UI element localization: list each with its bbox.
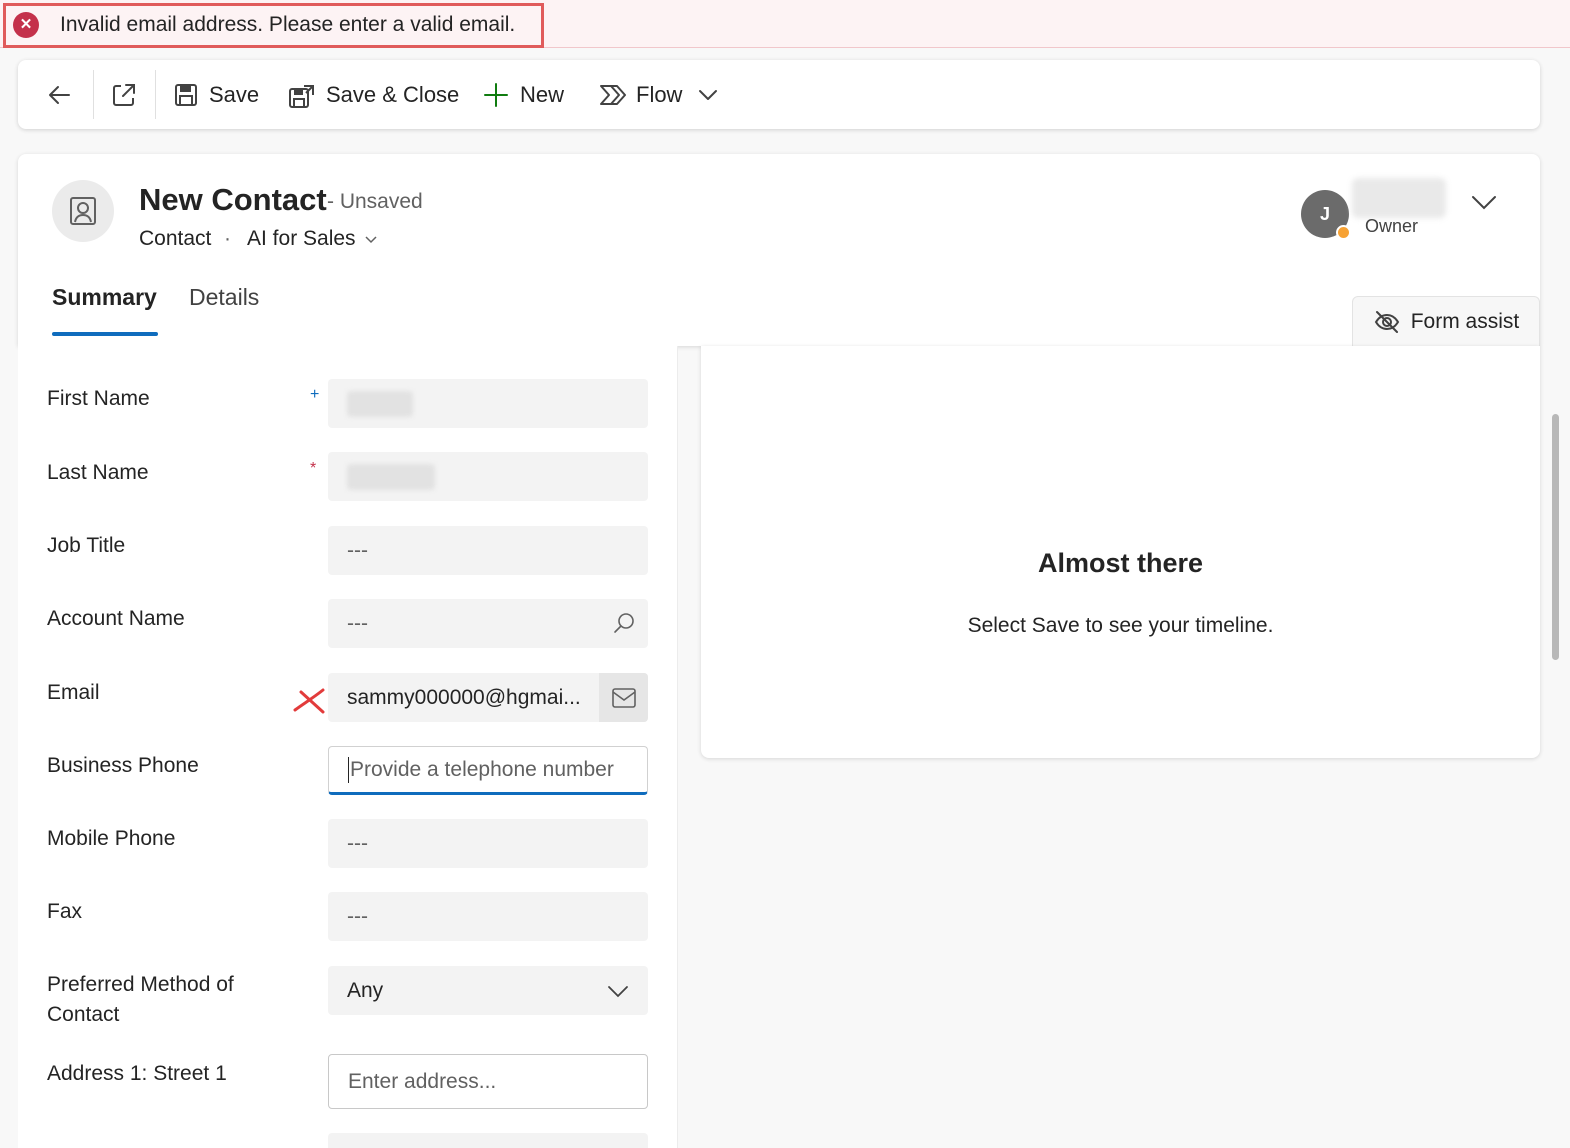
- address-street1-placeholder: Enter address...: [348, 1069, 497, 1093]
- selected-tab-indicator: [52, 332, 158, 336]
- address-street1-input[interactable]: Enter address...: [328, 1054, 648, 1109]
- preferred-contact-value: Any: [347, 978, 384, 1002]
- open-external-icon: [113, 83, 135, 106]
- search-icon[interactable]: [612, 611, 636, 641]
- save-close-label: Save & Close: [326, 81, 460, 107]
- chevron-down-icon: [365, 236, 377, 244]
- text-cursor: [348, 756, 349, 783]
- save-and-close-button[interactable]: Save & Close: [288, 60, 459, 129]
- fax-value: ---: [347, 904, 368, 928]
- new-button[interactable]: New: [482, 60, 564, 129]
- preferred-contact-label: Preferred Method of Contact: [47, 970, 234, 1030]
- tab-details[interactable]: Details: [189, 284, 259, 311]
- new-label: New: [520, 81, 565, 107]
- divider: [93, 70, 94, 119]
- save-button[interactable]: Save: [173, 60, 259, 129]
- contact-avatar: [52, 180, 114, 242]
- required-indicator: *: [310, 460, 317, 477]
- recommended-indicator: +: [310, 386, 320, 403]
- notification-message: Invalid email address. Please enter a va…: [60, 13, 516, 36]
- preferred-contact-select[interactable]: Any: [328, 966, 648, 1015]
- form-name: AI for Sales: [247, 227, 356, 250]
- chevron-down-icon: [606, 979, 630, 1009]
- arrow-left-icon: [49, 85, 70, 104]
- save-icon: [175, 83, 197, 106]
- first-name-label: First Name: [47, 387, 150, 410]
- save-label: Save: [209, 81, 260, 107]
- preferred-contact-label-line2: Contact: [47, 1003, 120, 1026]
- open-in-new-window-button[interactable]: [109, 60, 139, 129]
- business-phone-label: Business Phone: [47, 754, 199, 777]
- command-bar: Save Save & Close New Flow: [18, 60, 1540, 129]
- header-expand-button[interactable]: [1470, 188, 1498, 221]
- mail-icon: [611, 687, 636, 708]
- next-field-input[interactable]: [328, 1133, 648, 1148]
- separator-dot: ·: [224, 227, 231, 250]
- owner-name-redacted: [1352, 178, 1446, 218]
- job-title-label: Job Title: [47, 534, 126, 557]
- account-name-value: ---: [347, 611, 368, 635]
- summary-form: First Name + Last Name * Job Title --- A…: [18, 346, 678, 1148]
- job-title-input[interactable]: ---: [328, 526, 648, 575]
- timeline-empty-subtitle: Select Save to see your timeline.: [967, 614, 1274, 637]
- first-name-input[interactable]: [328, 379, 648, 428]
- entity-name: Contact: [139, 227, 212, 250]
- contact-card-icon: [70, 197, 96, 225]
- mobile-phone-input[interactable]: ---: [328, 819, 648, 868]
- divider: [155, 70, 156, 119]
- mobile-phone-value: ---: [347, 831, 368, 855]
- flow-dropdown-button[interactable]: [696, 60, 720, 129]
- timeline-empty-title: Almost there: [1037, 548, 1204, 578]
- email-label: Email: [47, 681, 100, 704]
- owner-label: Owner: [1365, 216, 1419, 236]
- preferred-contact-label-line1: Preferred Method of: [47, 973, 234, 996]
- save-status: - Unsaved: [327, 190, 423, 213]
- last-name-label: Last Name: [47, 461, 149, 484]
- form-selector[interactable]: AI for Sales: [247, 227, 378, 251]
- timeline-panel: Almost there Select Save to see your tim…: [701, 346, 1540, 758]
- page-title: New Contact: [139, 182, 327, 217]
- redacted-value: [347, 463, 435, 490]
- record-header: New Contact - Unsaved Contact · AI for S…: [18, 154, 1540, 346]
- email-value: sammy000000@hgmai...: [347, 685, 581, 709]
- business-phone-input[interactable]: Provide a telephone number: [328, 746, 648, 795]
- error-notification-bar: ✕ Invalid email address. Please enter a …: [0, 0, 1570, 48]
- last-name-input[interactable]: [328, 452, 648, 501]
- plus-icon: [484, 82, 508, 107]
- business-phone-placeholder: Provide a telephone number: [350, 757, 614, 781]
- flow-label: Flow: [636, 81, 683, 107]
- account-name-label: Account Name: [47, 607, 185, 630]
- save-close-icon: [289, 84, 314, 108]
- fax-input[interactable]: ---: [328, 892, 648, 941]
- account-name-lookup[interactable]: ---: [328, 599, 648, 648]
- error-circle-icon: ✕: [13, 12, 39, 38]
- flow-icon: [600, 84, 626, 105]
- chevron-down-icon: [1472, 196, 1496, 210]
- chevron-down-icon: [699, 89, 717, 100]
- presence-indicator: [1336, 225, 1351, 240]
- eye-off-icon: [1374, 310, 1399, 333]
- form-assist-label: Form assist: [1410, 309, 1520, 333]
- address-street1-label: Address 1: Street 1: [47, 1062, 227, 1085]
- redacted-value: [347, 390, 413, 417]
- mobile-phone-label: Mobile Phone: [47, 827, 176, 850]
- back-button[interactable]: [44, 60, 74, 129]
- error-x-icon: [293, 688, 325, 714]
- fax-label: Fax: [47, 900, 83, 923]
- job-title-value: ---: [347, 538, 368, 562]
- tab-summary[interactable]: Summary: [52, 284, 157, 311]
- flow-button[interactable]: Flow: [598, 60, 682, 129]
- page-scrollbar[interactable]: [1552, 414, 1559, 660]
- email-field[interactable]: sammy000000@hgmai...: [328, 673, 648, 722]
- send-email-button[interactable]: [599, 673, 648, 722]
- owner-initial: J: [1319, 203, 1330, 224]
- form-assist-button[interactable]: Form assist: [1352, 296, 1540, 346]
